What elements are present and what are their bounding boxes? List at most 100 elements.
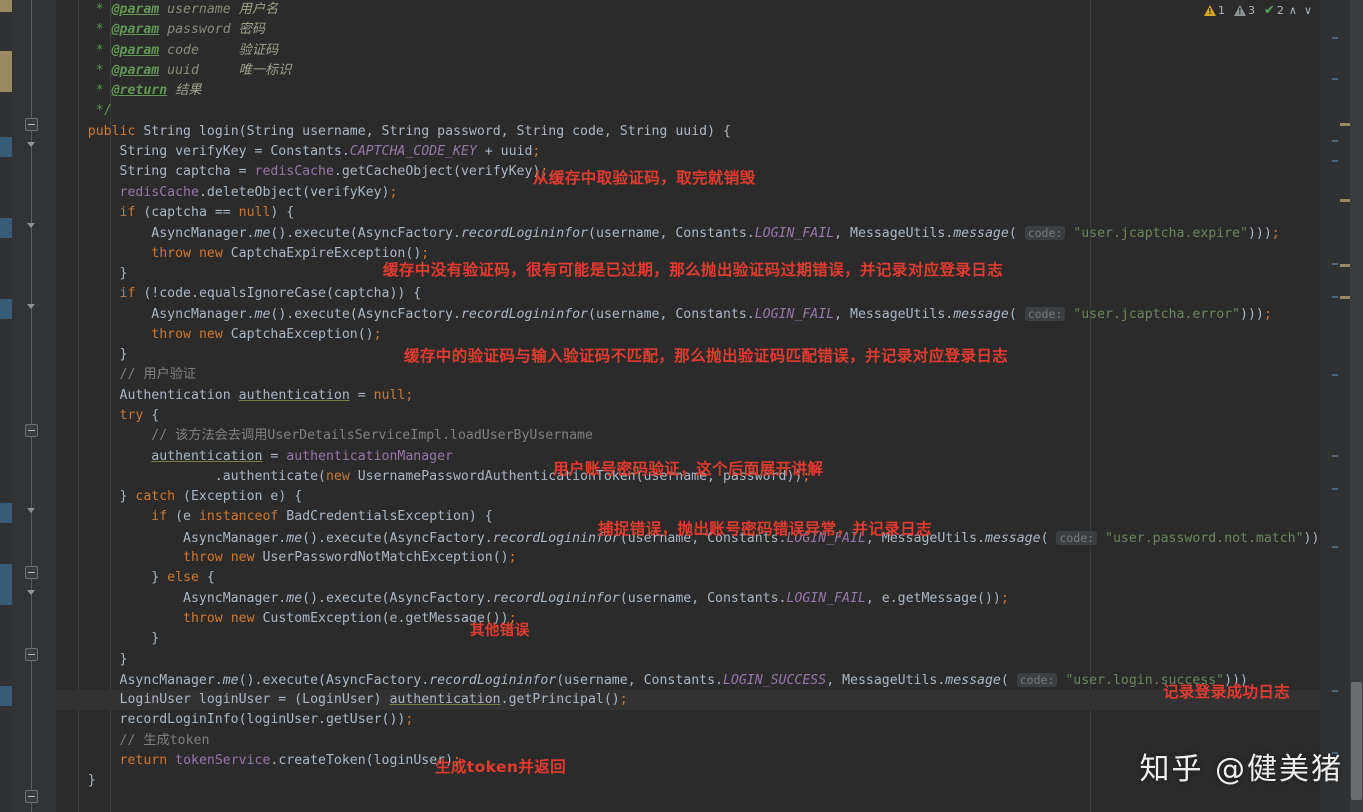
green-check-icon: ✔ xyxy=(1263,2,1275,18)
code-token-doc xyxy=(231,22,239,37)
code-line[interactable]: // 用户验证 xyxy=(56,365,1320,385)
vertical-scrollbar-track[interactable] xyxy=(1350,0,1363,812)
code-token-doc: */ xyxy=(56,103,112,119)
code-token-id: (username, Constants. xyxy=(588,226,755,242)
weak-warning-indicator[interactable]: 3 xyxy=(1233,4,1255,17)
code-token-id xyxy=(56,449,151,464)
code-line[interactable]: return tokenService.createToken(loginUse… xyxy=(56,751,1320,771)
code-token-stc: CAPTCHA_CODE_KEY xyxy=(349,144,477,160)
code-line[interactable]: * @param password 密码 xyxy=(56,20,1320,40)
vertical-scrollbar-thumb[interactable] xyxy=(1351,682,1362,800)
code-token-doc: * xyxy=(56,42,112,58)
code-token-id: Authentication xyxy=(56,387,239,403)
code-line[interactable]: // 生成token xyxy=(56,731,1320,751)
code-line[interactable]: if (captcha == null) { xyxy=(56,203,1320,223)
fold-arrow-icon[interactable] xyxy=(25,301,38,314)
next-problem-button[interactable]: ∨ xyxy=(1302,4,1314,17)
code-token-doc xyxy=(231,2,239,17)
editor-gutter[interactable] xyxy=(0,0,56,812)
code-token-kw: throw xyxy=(151,326,191,342)
fold-arrow-icon[interactable] xyxy=(25,139,38,152)
code-editor-area[interactable]: * @param username 用户名 * @param password … xyxy=(56,0,1320,812)
ok-indicator[interactable]: ✔ 2 xyxy=(1264,4,1284,17)
code-line[interactable]: } xyxy=(56,650,1320,670)
fold-collapse-icon[interactable] xyxy=(25,424,38,437)
code-token-mthi: message xyxy=(953,307,1009,323)
code-token-stc: LOGIN_FAIL xyxy=(786,590,866,606)
code-token-stc: LOGIN_SUCCESS xyxy=(722,672,827,688)
vcs-change-marker[interactable] xyxy=(0,686,12,706)
code-line[interactable]: String verifyKey = Constants.CAPTCHA_COD… xyxy=(56,142,1320,162)
code-line[interactable]: } xyxy=(56,771,1320,791)
code-line[interactable]: try { xyxy=(56,406,1320,426)
code-line[interactable]: AsyncManager.me().execute(AsyncFactory.r… xyxy=(56,223,1320,243)
code-token-kw: throw xyxy=(183,610,223,626)
annotation-6: 记录登录成功日志 xyxy=(1163,683,1291,701)
code-line[interactable]: AsyncManager.me().execute(AsyncFactory.r… xyxy=(56,304,1320,324)
fold-collapse-icon[interactable] xyxy=(25,118,38,131)
code-token-doc xyxy=(167,83,175,98)
inspection-status-bar[interactable]: 1 3 ✔ 2 ∧ ∨ xyxy=(1198,0,1320,20)
prev-problem-button[interactable]: ∧ xyxy=(1287,4,1299,17)
code-token-stc: LOGIN_FAIL xyxy=(754,307,835,323)
annotation-3: 用户账号密码验证，这个后面展开讲解 xyxy=(553,460,824,478)
vcs-change-marker[interactable] xyxy=(0,299,12,319)
vcs-change-marker[interactable] xyxy=(0,137,12,157)
vcs-change-marker[interactable] xyxy=(0,503,12,523)
code-line[interactable]: * @param username 用户名 xyxy=(56,0,1320,20)
annotation-7: 生成token并返回 xyxy=(435,758,566,776)
code-token-id: AsyncManager. xyxy=(56,672,223,688)
code-line[interactable]: // 该方法会去调用UserDetailsServiceImpl.loadUse… xyxy=(56,426,1320,446)
code-line[interactable]: * @return 结果 xyxy=(56,81,1320,101)
code-line[interactable]: throw new UserPasswordNotMatchException(… xyxy=(56,548,1320,568)
code-token-kw: if xyxy=(119,286,136,302)
code-token-id: , e.getMessage()) xyxy=(865,590,1001,606)
code-line[interactable]: } catch (Exception e) { xyxy=(56,487,1320,507)
code-token-mthi: me xyxy=(254,226,271,242)
warning-indicator[interactable]: 1 xyxy=(1203,4,1225,17)
code-token-id: UserPasswordNotMatchException() xyxy=(254,550,509,566)
vcs-change-marker[interactable] xyxy=(0,0,12,12)
code-line[interactable]: Authentication authentication = null; xyxy=(56,386,1320,406)
minimap-mark xyxy=(1332,546,1338,548)
code-token-docp: password xyxy=(167,22,231,38)
code-line[interactable]: } else { xyxy=(56,568,1320,588)
code-line[interactable]: AsyncManager.me().execute(AsyncFactory.r… xyxy=(56,670,1320,690)
code-line[interactable]: * @param uuid 唯一标识 xyxy=(56,61,1320,81)
code-token-id: } xyxy=(56,265,128,281)
code-line[interactable]: */ xyxy=(56,101,1320,121)
code-token-id: ))) xyxy=(1303,530,1320,546)
code-token-id: , MessageUtils. xyxy=(834,226,954,242)
code-token-doc xyxy=(199,63,239,78)
code-token-kw: new xyxy=(198,326,223,342)
code-token-id xyxy=(223,550,231,565)
minimap-marks xyxy=(1324,0,1346,812)
editor-marker-bar[interactable] xyxy=(1320,0,1363,812)
code-token-mthi: me xyxy=(286,590,303,606)
fold-collapse-icon[interactable] xyxy=(25,566,38,579)
vcs-change-marker[interactable] xyxy=(0,218,12,238)
annotation-2: 缓存中的验证码与输入验证码不匹配，那么抛出验证码匹配错误，并记录对应登录日志 xyxy=(404,347,1009,365)
code-token-id: String xyxy=(135,123,199,139)
vcs-change-marker[interactable] xyxy=(0,51,12,92)
code-token-id xyxy=(191,246,199,261)
fold-arrow-icon[interactable] xyxy=(25,220,38,233)
code-token-doctag: @param xyxy=(111,42,160,58)
code-line[interactable]: if (!code.equalsIgnoreCase(captcha)) { xyxy=(56,284,1320,304)
code-line[interactable]: recordLoginInfo(loginUser.getUser()); xyxy=(56,710,1320,730)
fold-arrow-icon[interactable] xyxy=(25,587,38,600)
fold-collapse-icon[interactable] xyxy=(25,648,38,661)
code-line[interactable]: } xyxy=(56,629,1320,649)
code-token-id: ().execute(AsyncFactory. xyxy=(238,672,430,688)
code-line[interactable]: LoginUser loginUser = (LoginUser) authen… xyxy=(56,690,1320,711)
fold-arrow-icon[interactable] xyxy=(25,505,38,518)
code-line[interactable]: throw new CaptchaException(); xyxy=(56,325,1320,345)
code-line[interactable]: * @param code 验证码 xyxy=(56,41,1320,61)
fold-collapse-icon[interactable] xyxy=(25,790,38,803)
vcs-change-marker[interactable] xyxy=(0,564,12,605)
minimap-mark xyxy=(1332,78,1338,80)
code-line[interactable]: public String login(String username, Str… xyxy=(56,122,1320,142)
code-line[interactable]: AsyncManager.me().execute(AsyncFactory.r… xyxy=(56,589,1320,609)
code-line[interactable]: throw new CustomException(e.getMessage()… xyxy=(56,609,1320,629)
source-code[interactable]: * @param username 用户名 * @param password … xyxy=(56,0,1320,792)
